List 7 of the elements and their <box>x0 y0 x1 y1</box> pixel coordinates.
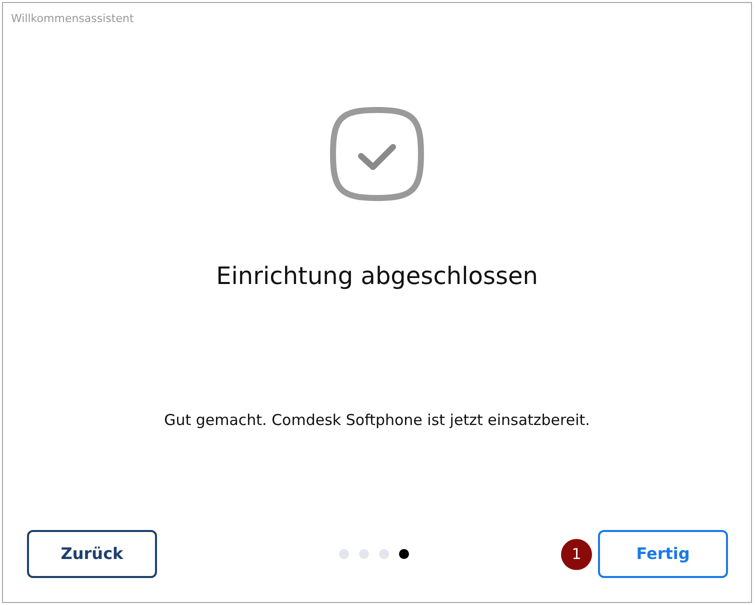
callout-badge: 1 <box>561 538 592 570</box>
back-button[interactable]: Zurück <box>27 530 157 578</box>
finish-button[interactable]: Fertig <box>598 530 728 578</box>
message-text: Gut gemacht. Comdesk Softphone ist jetzt einsatzbereit. <box>164 410 590 430</box>
heading: Einrichtung abgeschlossen <box>216 260 538 292</box>
window-title: Willkommensassistent <box>10 11 134 27</box>
checkmark-icon <box>329 106 425 202</box>
